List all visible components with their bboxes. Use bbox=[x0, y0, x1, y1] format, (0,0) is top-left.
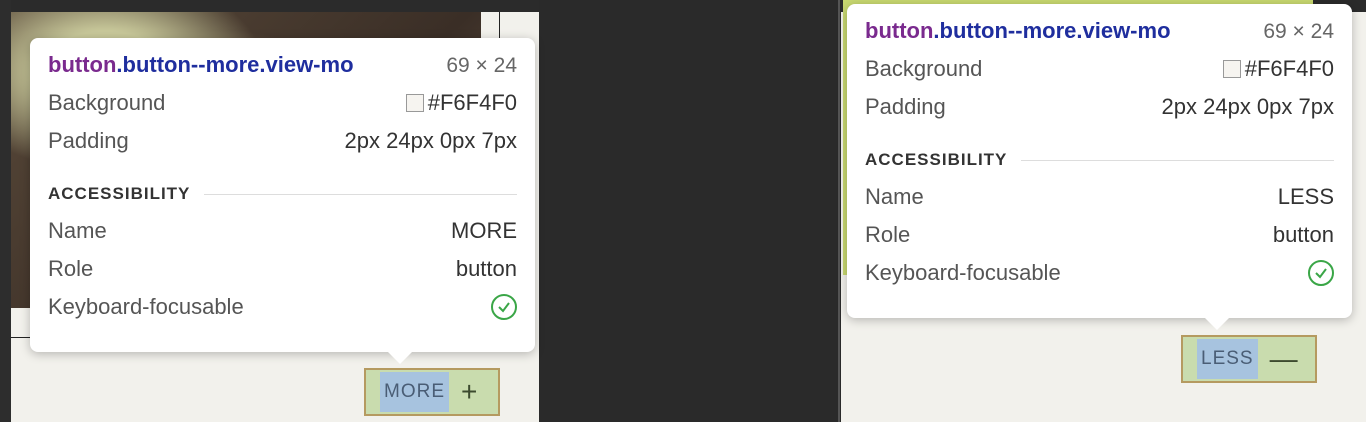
background-label: Background bbox=[48, 90, 166, 115]
background-label: Background bbox=[865, 56, 983, 81]
less-label: LESS bbox=[1197, 339, 1258, 379]
role-row: Role button bbox=[48, 250, 517, 288]
accessibility-section: ACCESSIBILITY bbox=[48, 176, 517, 212]
focusable-row: Keyboard-focusable bbox=[865, 254, 1334, 292]
less-button[interactable]: LESS — bbox=[1181, 335, 1317, 383]
divider bbox=[204, 193, 517, 195]
padding-value: 2px 24px 0px 7px bbox=[344, 128, 517, 153]
selector: button.button--more.view-mo bbox=[865, 18, 1171, 44]
focusable-label: Keyboard-focusable bbox=[865, 260, 1061, 285]
background-value: #F6F4F0 bbox=[427, 90, 517, 115]
focusable-label: Keyboard-focusable bbox=[48, 294, 244, 319]
padding-row: Padding 2px 24px 0px 7px bbox=[48, 122, 517, 160]
focusable-row: Keyboard-focusable bbox=[48, 288, 517, 326]
name-label: Name bbox=[865, 184, 924, 209]
check-icon bbox=[1308, 260, 1334, 286]
background-value-wrap: #F6F4F0 bbox=[405, 90, 517, 116]
selector: button.button--more.view-mo bbox=[48, 52, 354, 78]
selector-class: .button--more.view-mo bbox=[933, 18, 1171, 43]
minus-icon: — bbox=[1269, 343, 1298, 374]
selector-class: .button--more.view-mo bbox=[116, 52, 354, 77]
role-value: button bbox=[455, 256, 517, 281]
background-row: Background #F6F4F0 bbox=[865, 50, 1334, 88]
section-title: ACCESSIBILITY bbox=[48, 184, 191, 203]
element-size: 69 × 24 bbox=[1263, 20, 1334, 43]
more-button[interactable]: MORE + bbox=[364, 368, 500, 416]
padding-value: 2px 24px 0px 7px bbox=[1161, 94, 1334, 119]
divider bbox=[1021, 159, 1334, 161]
tooltip-header: button.button--more.view-mo 69 × 24 bbox=[48, 52, 517, 84]
padding-label: Padding bbox=[48, 128, 129, 153]
role-label: Role bbox=[48, 256, 94, 281]
name-value: MORE bbox=[451, 218, 517, 243]
more-label: MORE bbox=[380, 372, 449, 412]
background-row: Background #F6F4F0 bbox=[48, 84, 517, 122]
color-swatch bbox=[1222, 60, 1241, 78]
role-label: Role bbox=[865, 222, 911, 247]
color-swatch bbox=[405, 94, 424, 112]
role-row: Role button bbox=[865, 216, 1334, 254]
divider bbox=[838, 0, 840, 422]
selector-tag: button bbox=[48, 52, 117, 77]
padding-row: Padding 2px 24px 0px 7px bbox=[865, 88, 1334, 126]
check-icon bbox=[491, 294, 517, 320]
element-size: 69 × 24 bbox=[446, 54, 517, 77]
background-value-wrap: #F6F4F0 bbox=[1222, 56, 1334, 82]
role-value: button bbox=[1272, 222, 1334, 247]
dark-gap bbox=[539, 0, 841, 422]
section-title: ACCESSIBILITY bbox=[865, 150, 1008, 169]
devtools-inspect-view: MORE + LESS — button.button--more.view-m… bbox=[0, 0, 1366, 422]
tooltip-arrow bbox=[388, 352, 412, 364]
background-value: #F6F4F0 bbox=[1244, 56, 1334, 81]
inspect-tooltip: button.button--more.view-mo 69 × 24 Back… bbox=[847, 4, 1352, 330]
padding-label: Padding bbox=[865, 94, 946, 119]
name-row: Name LESS bbox=[865, 178, 1334, 216]
inspect-tooltip: button.button--more.view-mo 69 × 24 Back… bbox=[30, 38, 535, 364]
selector-tag: button bbox=[865, 18, 934, 43]
accessibility-section: ACCESSIBILITY bbox=[865, 142, 1334, 178]
tooltip-arrow bbox=[1205, 318, 1229, 330]
plus-icon: + bbox=[461, 376, 478, 407]
name-label: Name bbox=[48, 218, 107, 243]
name-value: LESS bbox=[1277, 184, 1334, 209]
name-row: Name MORE bbox=[48, 212, 517, 250]
tooltip-header: button.button--more.view-mo 69 × 24 bbox=[865, 18, 1334, 50]
left-edge bbox=[0, 0, 11, 422]
